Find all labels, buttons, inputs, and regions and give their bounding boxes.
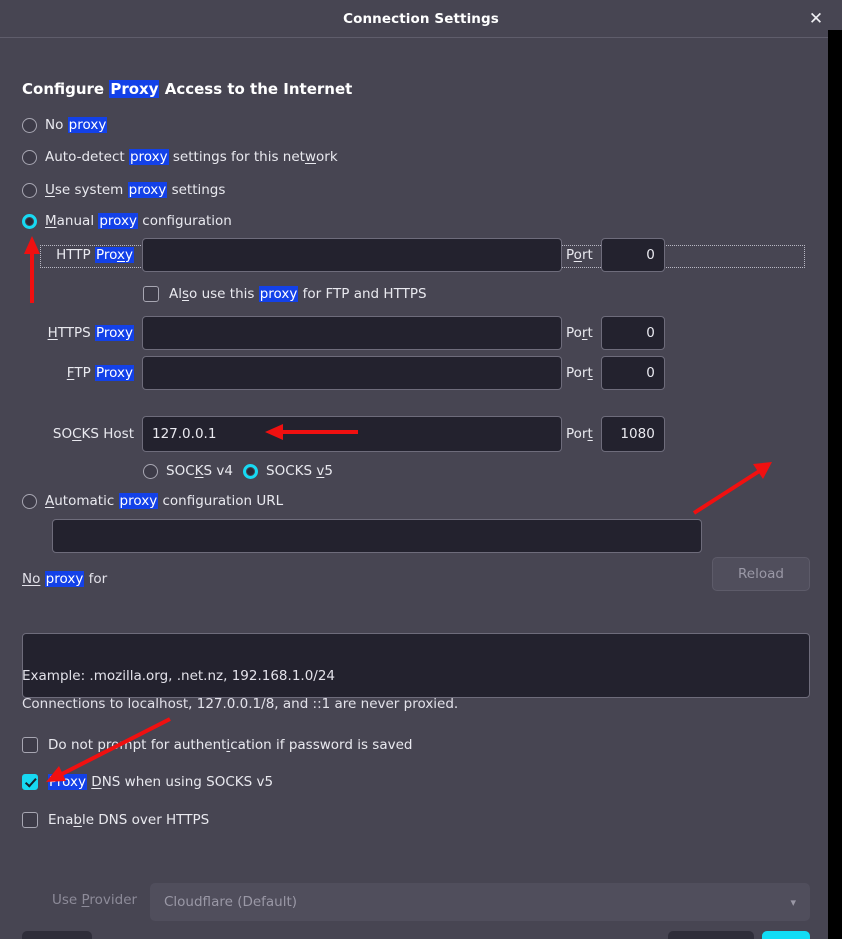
reload-button-label: Reload — [738, 566, 784, 582]
socks-v4-radio-indicator[interactable] — [143, 463, 158, 479]
use-system-radio-indicator[interactable] — [22, 182, 37, 198]
ftp-proxy-input[interactable] — [142, 356, 562, 390]
dialog-body: Configure Proxy Access to the Internet N… — [0, 38, 828, 939]
radio-socks-v4[interactable]: SOCKS v4 — [143, 460, 233, 482]
socks-port-input[interactable] — [600, 416, 665, 452]
https-port-input[interactable] — [600, 316, 665, 350]
page-title: Configure Proxy Access to the Internet — [22, 80, 352, 98]
ftp-proxy-label: FTP Proxy — [66, 365, 134, 381]
radio-auto-detect[interactable]: Auto-detect proxy settings for this netw… — [22, 146, 338, 168]
window-right-gutter — [828, 30, 842, 939]
socks-host-label: SOCKS Host — [52, 426, 134, 442]
also-use-proxy-checkbox-row[interactable]: Also use this proxy for FTP and HTTPS — [143, 286, 427, 302]
https-port-label: Port — [566, 325, 593, 341]
http-proxy-input[interactable] — [142, 238, 562, 272]
no-proxy-label: No proxy — [45, 117, 108, 133]
https-proxy-label: HTTPS Proxy — [47, 325, 134, 341]
socks-v5-radio-indicator[interactable] — [243, 463, 258, 479]
use-system-label: Use system proxy settings — [45, 182, 226, 198]
auto-detect-label: Auto-detect proxy settings for this netw… — [45, 149, 338, 165]
enable-doh-label: Enable DNS over HTTPS — [48, 812, 210, 828]
ftp-proxy-row: FTP Proxy Port — [22, 356, 810, 390]
page-title-post: Access to the Internet — [159, 80, 353, 98]
no-auth-prompt-checkbox[interactable] — [22, 737, 38, 753]
reload-button[interactable]: Reload — [712, 557, 810, 591]
no-auth-prompt-checkbox-row[interactable]: Do not prompt for authentication if pass… — [22, 737, 412, 753]
page-title-pre: Configure — [22, 80, 110, 98]
radio-use-system[interactable]: Use system proxy settings — [22, 179, 225, 201]
http-port-label: Port — [566, 247, 593, 263]
enable-doh-checkbox[interactable] — [22, 812, 38, 828]
auto-detect-radio-indicator[interactable] — [22, 149, 37, 165]
chevron-down-icon: ▾ — [790, 895, 796, 909]
socks-host-input[interactable] — [142, 416, 562, 452]
proxy-dns-socks5-label: Proxy DNS when using SOCKS v5 — [48, 774, 274, 790]
radio-socks-v5[interactable]: SOCKS v5 — [243, 460, 333, 482]
use-provider-label: Use Provider — [52, 892, 138, 908]
page-title-highlight: Proxy — [109, 80, 160, 98]
pac-url-input[interactable] — [52, 519, 702, 553]
proxy-dns-socks5-checkbox[interactable] — [22, 774, 38, 790]
ftp-port-input[interactable] — [600, 356, 665, 390]
also-use-proxy-checkbox[interactable] — [143, 286, 159, 302]
connection-settings-window: Connection Settings ✕ Configure Proxy Ac… — [0, 0, 842, 939]
provider-selected-value: Cloudflare (Default) — [164, 894, 298, 910]
http-port-input[interactable] — [600, 238, 665, 272]
no-proxy-radio-indicator[interactable] — [22, 117, 37, 133]
provider-select[interactable]: Cloudflare (Default) ▾ — [150, 883, 810, 921]
socks-v4-label: SOCKS v4 — [166, 463, 233, 479]
http-proxy-row: HTTP Proxy Port — [22, 238, 810, 272]
titlebar: Connection Settings — [0, 0, 842, 37]
ftp-port-label: Port — [566, 365, 593, 381]
also-use-proxy-label: Also use this proxy for FTP and HTTPS — [169, 286, 427, 302]
no-proxy-for-label: No proxy for — [22, 571, 108, 587]
no-proxy-example-text: Example: .mozilla.org, .net.nz, 192.168.… — [22, 668, 336, 684]
proxy-dns-socks5-checkbox-row[interactable]: Proxy DNS when using SOCKS v5 — [22, 774, 273, 790]
manual-proxy-label: Manual proxy configuration — [45, 213, 232, 229]
no-auth-prompt-label: Do not prompt for authentication if pass… — [48, 737, 413, 753]
socks-v5-label: SOCKS v5 — [266, 463, 333, 479]
radio-no-proxy[interactable]: No proxy — [22, 114, 108, 136]
close-icon[interactable]: ✕ — [803, 6, 829, 32]
window-title: Connection Settings — [343, 10, 499, 27]
auto-config-url-label: Automatic proxy configuration URL — [45, 493, 284, 509]
socks-host-row: SOCKS Host Port — [22, 416, 810, 452]
no-proxy-for-textarea[interactable] — [22, 633, 810, 698]
https-proxy-row: HTTPS Proxy Port — [22, 316, 810, 350]
enable-doh-checkbox-row[interactable]: Enable DNS over HTTPS — [22, 812, 209, 828]
auto-config-url-radio-indicator[interactable] — [22, 493, 37, 509]
radio-auto-config-url[interactable]: Automatic proxy configuration URL — [22, 490, 283, 512]
cancel-button[interactable]: Cancel — [668, 931, 754, 939]
socks-port-label: Port — [566, 426, 593, 442]
http-proxy-label: HTTP Proxy — [56, 247, 134, 263]
help-button[interactable]: Help — [22, 931, 92, 939]
radio-manual-proxy[interactable]: Manual proxy configuration — [22, 210, 232, 232]
no-proxy-note-text: Connections to localhost, 127.0.0.1/8, a… — [22, 696, 459, 712]
manual-proxy-radio-indicator[interactable] — [22, 213, 37, 229]
ok-button[interactable]: OK — [762, 931, 810, 939]
https-proxy-input[interactable] — [142, 316, 562, 350]
